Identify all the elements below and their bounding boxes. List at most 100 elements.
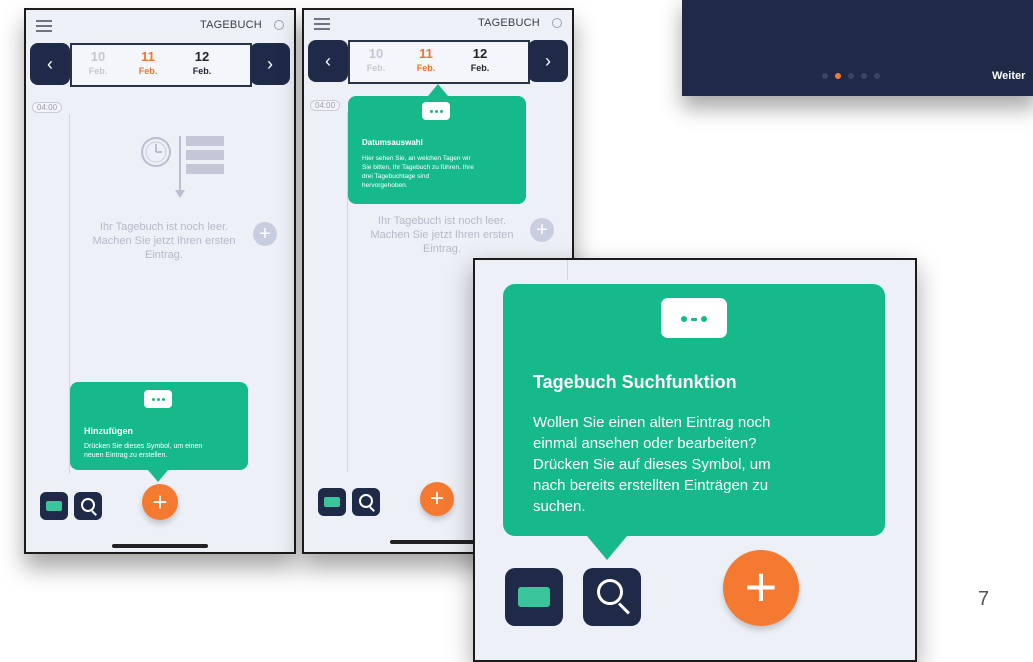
date-item-selected[interactable]: 12 Feb. bbox=[182, 49, 222, 77]
tooltip-line: hervorgehoben. bbox=[362, 182, 408, 189]
chevron-right-icon: › bbox=[545, 50, 551, 71]
empty-diary-illustration bbox=[141, 136, 224, 198]
entries-button[interactable] bbox=[318, 488, 346, 516]
menu-icon[interactable] bbox=[314, 18, 330, 33]
pager-dot bbox=[874, 73, 880, 79]
chat-bubble-icon bbox=[324, 497, 340, 507]
date-day: 12 bbox=[472, 46, 488, 61]
date-month: Feb. bbox=[138, 66, 158, 76]
tooltip-add: Hinzufügen Drücken Sie dieses Symbol, um… bbox=[70, 382, 248, 470]
tooltip-line: Sie bitten, Ihr Tagebuch zu führen. Ihre bbox=[362, 164, 474, 171]
tooltip-line: Drücken Sie dieses Symbol, um einen bbox=[84, 443, 203, 450]
date-day: 11 bbox=[141, 49, 155, 64]
date-selector: ‹ 10 Feb. 11 Feb. 12 Feb. › bbox=[308, 40, 568, 84]
date-month: Feb. bbox=[416, 63, 436, 73]
date-range-box: 10 Feb. 11 Feb. 12 Feb. bbox=[70, 43, 252, 87]
chevron-right-icon: › bbox=[267, 53, 273, 74]
tooltip-pointer bbox=[148, 470, 168, 482]
add-entry-button[interactable]: + bbox=[420, 482, 454, 516]
date-item[interactable]: 10 Feb. bbox=[356, 46, 396, 74]
date-item[interactable]: 10 Feb. bbox=[78, 49, 118, 77]
date-day: 11 bbox=[419, 46, 433, 61]
next-button[interactable]: Weiter bbox=[992, 70, 1025, 82]
pager-dot-active bbox=[835, 73, 841, 79]
empty-line: Ihr Tagebuch ist noch leer. bbox=[377, 215, 507, 227]
date-item-selected[interactable]: 12 Feb. bbox=[460, 46, 500, 74]
clock-icon bbox=[141, 137, 171, 167]
next-date-button[interactable]: › bbox=[250, 43, 290, 85]
chevron-left-icon: ‹ bbox=[47, 53, 53, 74]
tooltip-line: neuen Eintrag zu erstellen. bbox=[84, 452, 168, 459]
prev-date-button[interactable]: ‹ bbox=[30, 43, 70, 85]
inline-add-button[interactable]: + bbox=[253, 222, 277, 246]
date-day: 12 bbox=[194, 49, 210, 64]
menu-icon[interactable] bbox=[36, 20, 52, 35]
phone-screen-add-tip: TAGEBUCH ‹ 10 Feb. 11 Feb. 12 Feb. › 04:… bbox=[24, 8, 296, 554]
date-month: Feb. bbox=[88, 66, 108, 76]
onboarding-panel: Weiter bbox=[682, 0, 1033, 96]
tooltip-title: Datumsauswahl bbox=[362, 138, 423, 147]
inline-add-button[interactable]: + bbox=[530, 218, 554, 242]
chat-bubble-icon bbox=[46, 501, 62, 511]
tooltip-title: Hinzufügen bbox=[84, 426, 133, 436]
search-icon bbox=[597, 579, 623, 605]
slide-number: 7 bbox=[978, 588, 990, 610]
add-entry-button[interactable]: + bbox=[142, 484, 178, 520]
home-indicator bbox=[112, 544, 208, 548]
chat-bubble-icon bbox=[661, 298, 727, 338]
add-entry-button[interactable]: + bbox=[723, 550, 799, 626]
empty-message: Ihr Tagebuch ist noch leer. Machen Sie j… bbox=[362, 214, 522, 256]
tooltip-body: Wollen Sie einen alten Eintrag noch einm… bbox=[533, 412, 771, 517]
empty-line: Eintrag. bbox=[145, 249, 183, 261]
tooltip-body: Drücken Sie dieses Symbol, um einen neue… bbox=[84, 442, 202, 460]
chat-bubble-icon bbox=[518, 587, 550, 607]
search-button[interactable] bbox=[352, 488, 380, 516]
search-icon-handle bbox=[91, 510, 97, 516]
app-title: TAGEBUCH bbox=[478, 17, 540, 29]
top-bar: TAGEBUCH bbox=[304, 10, 572, 40]
app-title: TAGEBUCH bbox=[200, 19, 262, 31]
empty-line: Machen Sie jetzt Ihren ersten bbox=[92, 235, 236, 247]
search-button[interactable] bbox=[74, 492, 102, 520]
tooltip-pointer bbox=[428, 84, 448, 96]
list-icon bbox=[175, 136, 224, 198]
chat-bubble-icon bbox=[144, 390, 172, 408]
date-item-today[interactable]: 11 Feb. bbox=[406, 46, 446, 74]
search-icon[interactable] bbox=[552, 18, 562, 28]
prev-date-button[interactable]: ‹ bbox=[308, 40, 348, 82]
tooltip-search: Tagebuch Suchfunktion Wollen Sie einen a… bbox=[503, 284, 885, 536]
tooltip-line: Wollen Sie einen alten Eintrag noch bbox=[533, 414, 771, 431]
entries-button[interactable] bbox=[505, 568, 563, 626]
tooltip-line: suchen. bbox=[533, 498, 586, 515]
chat-bubble-icon bbox=[422, 102, 450, 120]
pager-dot bbox=[822, 73, 828, 79]
tooltip-line: Hier sehen Sie, an welchen Tagen wir bbox=[362, 155, 471, 162]
tooltip-line: einmal ansehen oder bearbeiten? bbox=[533, 435, 757, 452]
tooltip-date: Datumsauswahl Hier sehen Sie, an welchen… bbox=[348, 96, 526, 204]
date-item-today[interactable]: 11 Feb. bbox=[128, 49, 168, 77]
tooltip-title: Tagebuch Suchfunktion bbox=[533, 372, 737, 392]
home-indicator bbox=[390, 540, 486, 544]
time-label: 04:00 bbox=[310, 100, 341, 111]
pager-dot bbox=[861, 73, 867, 79]
entries-button[interactable] bbox=[40, 492, 68, 520]
tooltip-pointer bbox=[587, 536, 627, 560]
date-selector: ‹ 10 Feb. 11 Feb. 12 Feb. › bbox=[30, 43, 290, 87]
empty-line: Eintrag. bbox=[423, 243, 461, 255]
search-icon-handle bbox=[369, 506, 375, 512]
empty-line: Ihr Tagebuch ist noch leer. bbox=[99, 221, 229, 233]
time-label: 04:00 bbox=[32, 102, 63, 113]
top-bar: TAGEBUCH bbox=[26, 10, 294, 40]
search-icon[interactable] bbox=[274, 20, 284, 30]
tooltip-line: Drücken Sie auf dieses Symbol, um bbox=[533, 456, 771, 473]
date-month: Feb. bbox=[192, 66, 212, 76]
pager-dot bbox=[848, 73, 854, 79]
date-month: Feb. bbox=[366, 63, 386, 73]
next-date-button[interactable]: › bbox=[528, 40, 568, 82]
search-icon-handle bbox=[617, 602, 630, 615]
timeline bbox=[567, 260, 568, 280]
pager-dots bbox=[822, 72, 902, 80]
date-day: 10 bbox=[368, 46, 384, 61]
tooltip-line: drei Tagebuchtage sind bbox=[362, 173, 430, 180]
search-button[interactable] bbox=[583, 568, 641, 626]
